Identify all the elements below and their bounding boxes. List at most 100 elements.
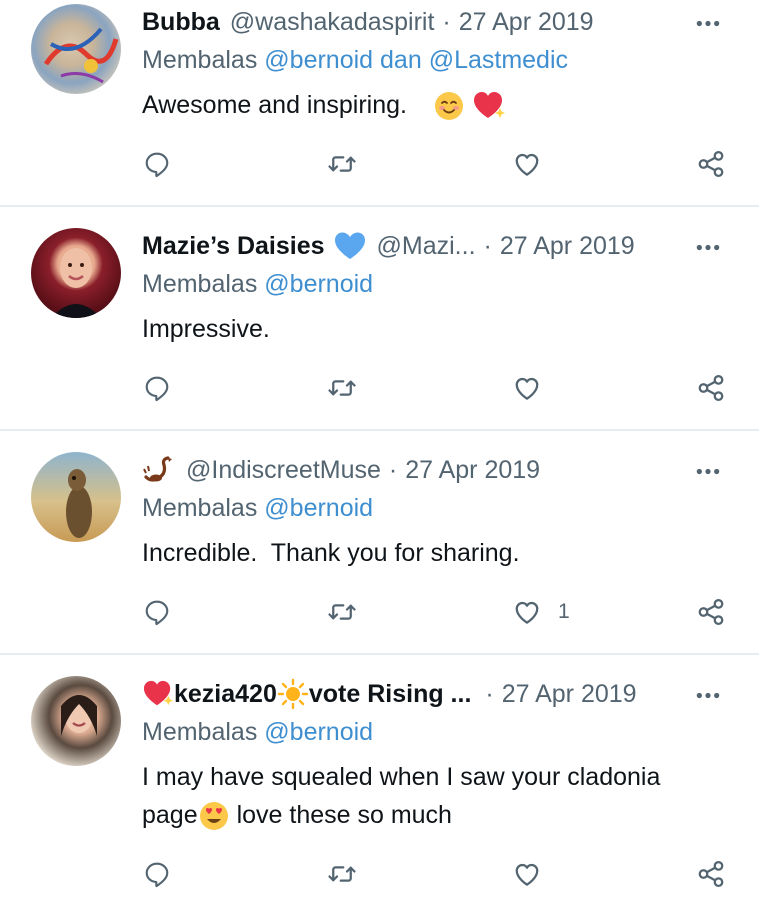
like-button[interactable] — [512, 144, 542, 184]
mention-joiner: dan — [380, 46, 422, 74]
tweet-text-line: I may have squealed when I saw your clad… — [142, 763, 661, 791]
more-options-button[interactable] — [693, 8, 723, 38]
more-options-button[interactable] — [693, 680, 723, 710]
timestamp[interactable]: 27 Apr 2019 — [502, 680, 637, 709]
portrait-icon — [61, 695, 97, 736]
more-options-button[interactable] — [693, 232, 723, 262]
retweet-button[interactable] — [327, 144, 357, 184]
tweet-actions — [0, 854, 759, 894]
reply-context: Membalas @bernoid — [142, 494, 373, 523]
retweet-icon — [327, 149, 357, 179]
reply-to-label: Membalas — [142, 46, 258, 74]
tweet-3[interactable]: @IndiscreetMuse · 27 Apr 2019 Membalas @… — [0, 448, 759, 653]
avatar[interactable] — [31, 228, 121, 318]
heart-eyes-emoji-icon — [199, 802, 228, 831]
retweet-icon — [327, 859, 357, 889]
comment-bubble-icon — [143, 860, 171, 888]
display-name-cont[interactable]: vote Rising ... — [309, 680, 472, 709]
separator-dot: · — [485, 679, 494, 708]
retweet-icon — [327, 373, 357, 403]
tweet-header: kezia420 vote Rising ... · 27 Apr 2019 — [142, 674, 719, 714]
share-button[interactable] — [696, 592, 726, 632]
like-button[interactable]: 1 — [512, 592, 570, 632]
tweet-text: Awesome and inspiring. — [142, 86, 506, 124]
like-count: 1 — [558, 600, 570, 623]
reply-context: Membalas @bernoid — [142, 718, 373, 747]
retweet-button[interactable] — [327, 854, 357, 894]
display-name[interactable]: kezia420 — [174, 680, 277, 709]
reply-button[interactable] — [143, 854, 171, 894]
tweet-actions — [0, 144, 759, 184]
tweet-text-segment: page — [142, 801, 198, 829]
mention-link[interactable]: @bernoid — [264, 270, 373, 298]
divider — [0, 429, 759, 431]
divider — [0, 205, 759, 207]
tweet-text-segment: love these so much — [229, 801, 452, 829]
tweet-actions: 1 — [0, 592, 759, 632]
mention-link[interactable]: @bernoid — [264, 718, 373, 746]
more-dots-icon — [695, 467, 721, 476]
sparkling-heart-emoji-icon — [143, 680, 173, 706]
display-name[interactable]: Bubba — [142, 8, 220, 37]
heart-icon — [512, 859, 542, 889]
handle[interactable]: @washakadaspirit — [230, 8, 435, 37]
reply-button[interactable] — [143, 368, 171, 408]
timestamp[interactable]: 27 Apr 2019 — [405, 456, 540, 485]
mention-link[interactable]: @Lastmedic — [429, 46, 568, 74]
comment-bubble-icon — [143, 150, 171, 178]
timestamp[interactable]: 27 Apr 2019 — [500, 232, 635, 261]
comment-bubble-icon — [143, 374, 171, 402]
tweet-4[interactable]: kezia420 vote Rising ... · 27 Apr 2019 M… — [0, 672, 759, 912]
avatar[interactable] — [31, 676, 121, 766]
heart-icon — [512, 597, 542, 627]
share-button[interactable] — [696, 144, 726, 184]
tweet-2[interactable]: Mazie’s Daisies @Mazi... · 27 Apr 2019 M… — [0, 224, 759, 429]
tweet-text: I may have squealed when I saw your clad… — [142, 758, 660, 834]
avatar-art-icon — [43, 27, 119, 84]
tweet-header: Mazie’s Daisies @Mazi... · 27 Apr 2019 — [142, 226, 719, 266]
separator-dot: · — [483, 231, 492, 260]
reply-button[interactable] — [143, 592, 171, 632]
portrait-icon — [51, 248, 101, 318]
avatar[interactable] — [31, 4, 121, 94]
tweet-text-content: Incredible. Thank you for sharing. — [142, 539, 520, 567]
more-dots-icon — [695, 691, 721, 700]
tweet-text: Incredible. Thank you for sharing. — [142, 534, 520, 572]
handle[interactable]: @Mazi... — [377, 232, 476, 261]
tweet-1[interactable]: Bubba @washakadaspirit · 27 Apr 2019 Mem… — [0, 0, 759, 205]
tweet-text: Impressive. — [142, 310, 270, 348]
smiling-face-emoji-icon — [434, 92, 463, 121]
reply-context: Membalas @bernoid — [142, 270, 373, 299]
divider — [0, 653, 759, 655]
tweet-actions — [0, 368, 759, 408]
share-icon — [696, 597, 726, 627]
tweet-text-content: Awesome and inspiring. — [142, 91, 407, 119]
tweet-text-content: Impressive. — [142, 315, 270, 343]
mention-link[interactable]: @bernoid — [264, 494, 373, 522]
reply-to-label: Membalas — [142, 494, 258, 522]
reply-context: Membalas @bernoid dan @Lastmedic — [142, 46, 568, 75]
like-button[interactable] — [512, 368, 542, 408]
mention-link[interactable]: @bernoid — [264, 46, 373, 74]
reply-button[interactable] — [143, 144, 171, 184]
sparkling-heart-emoji-icon — [473, 92, 505, 119]
tweet-header: Bubba @washakadaspirit · 27 Apr 2019 — [142, 2, 719, 42]
more-options-button[interactable] — [693, 456, 723, 486]
avatar[interactable] — [31, 452, 121, 542]
share-button[interactable] — [696, 368, 726, 408]
share-icon — [696, 149, 726, 179]
display-name[interactable]: Mazie’s Daisies — [142, 232, 325, 261]
heart-icon — [512, 149, 542, 179]
more-dots-icon — [695, 243, 721, 252]
timestamp[interactable]: 27 Apr 2019 — [459, 8, 594, 37]
share-button[interactable] — [696, 854, 726, 894]
retweet-icon — [327, 597, 357, 627]
like-button[interactable] — [512, 854, 542, 894]
retweet-button[interactable] — [327, 368, 357, 408]
comment-bubble-icon — [143, 598, 171, 626]
reply-to-label: Membalas — [142, 270, 258, 298]
handle[interactable]: @IndiscreetMuse — [186, 456, 381, 485]
retweet-button[interactable] — [327, 592, 357, 632]
share-icon — [696, 373, 726, 403]
blue-heart-emoji-icon — [334, 232, 365, 259]
